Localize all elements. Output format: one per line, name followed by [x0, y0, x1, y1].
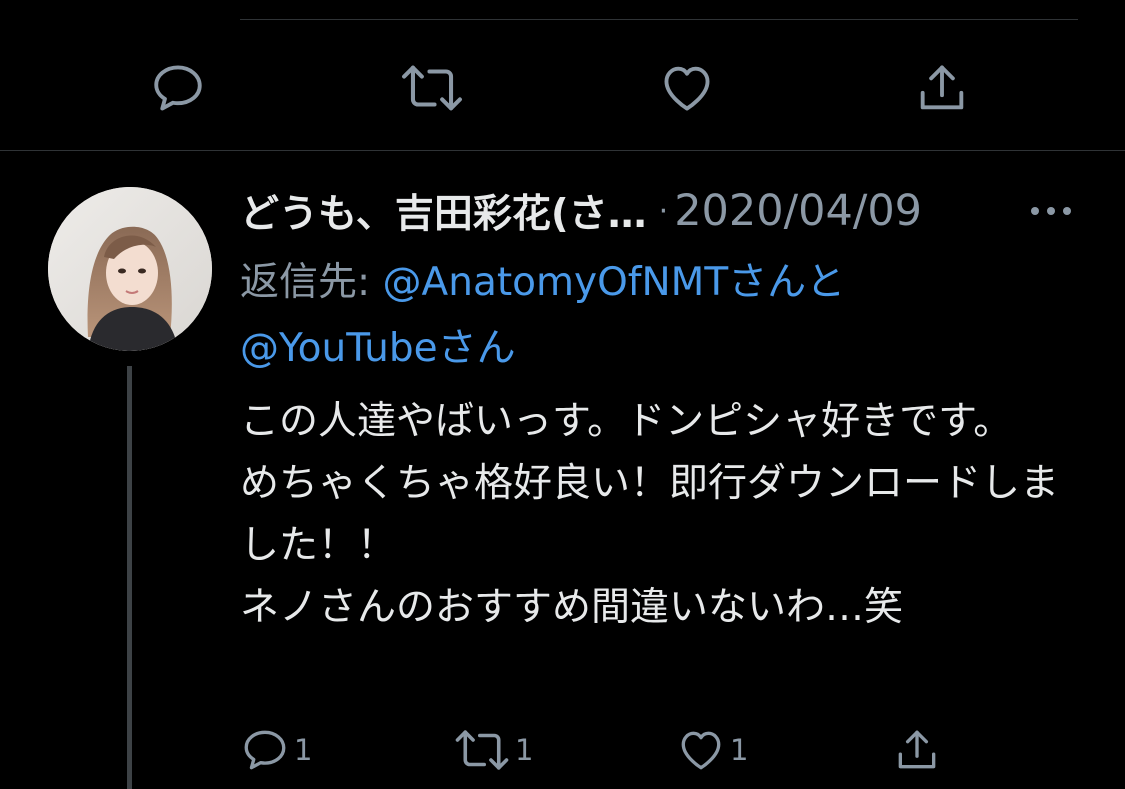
reply-to-line: 返信先: @AnatomyOfNMTさんと @YouTubeさん [240, 250, 1100, 382]
reply-icon [244, 730, 286, 770]
share-icon [898, 730, 936, 769]
retweet-button[interactable]: 1 [453, 718, 533, 782]
section-divider [0, 150, 1125, 151]
share-icon [920, 65, 964, 110]
display-name[interactable]: どうも、吉田彩花(さ… [240, 183, 647, 239]
heart-icon [681, 731, 721, 770]
tweet-text: この人達やばいっす。ドンピシャ好きです。 めちゃくちゃ格好良い！即行ダウンロード… [240, 399, 1060, 630]
share-button[interactable] [906, 52, 978, 124]
reply-button[interactable]: 1 [240, 718, 312, 782]
tweet-header: どうも、吉田彩花(さ… · 2020/04/09 [240, 183, 1100, 239]
more-button[interactable] [1026, 193, 1076, 229]
profile-photo [48, 187, 212, 351]
retweet-icon [402, 65, 462, 111]
tweet-actions: 1 1 1 [240, 718, 1100, 782]
retweet-count: 1 [515, 733, 534, 767]
retweet-button[interactable] [396, 52, 468, 124]
reply-mention-youtube[interactable]: @YouTubeさん [240, 326, 516, 371]
separator-dot: · [658, 193, 669, 229]
like-button[interactable]: 1 [676, 718, 748, 782]
reply-icon [154, 65, 202, 111]
top-divider [240, 19, 1078, 20]
reply-count: 1 [294, 733, 313, 767]
tweet-date[interactable]: 2020/04/09 [674, 186, 922, 236]
like-count: 1 [730, 733, 749, 767]
thread-line [127, 366, 132, 789]
avatar[interactable] [48, 187, 212, 351]
more-icon [1031, 207, 1071, 215]
previous-tweet-actions [0, 52, 1125, 124]
reply-mention-anatomy[interactable]: @AnatomyOfNMTさんと [383, 260, 846, 305]
reply-button[interactable] [142, 52, 214, 124]
retweet-icon [455, 730, 509, 770]
reply-to-label: 返信先: [240, 260, 383, 305]
heart-icon [664, 66, 710, 111]
like-button[interactable] [651, 52, 723, 124]
share-button[interactable] [892, 718, 942, 782]
